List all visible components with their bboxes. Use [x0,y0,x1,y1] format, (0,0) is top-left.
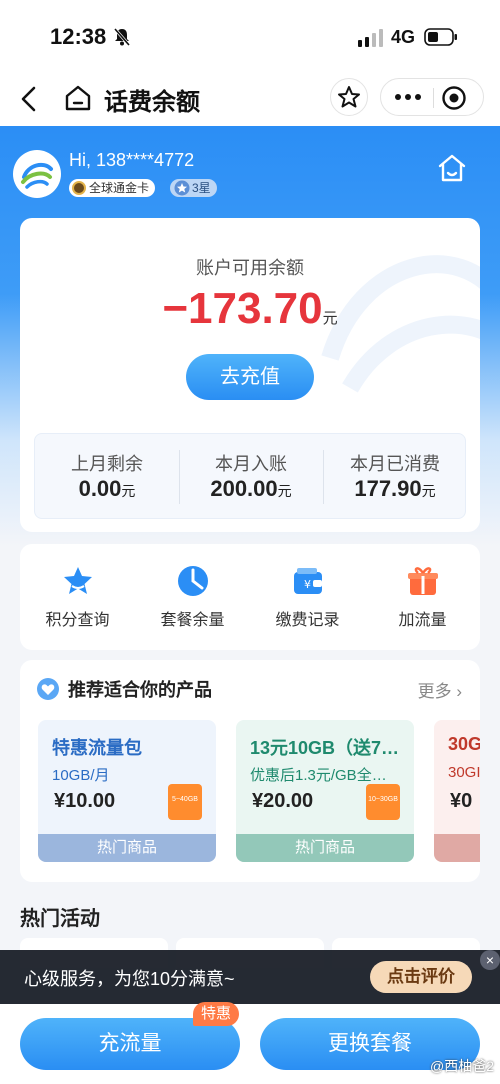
status-bar: 12:38 4G [0,0,500,74]
product-card[interactable]: 30G 30GI ¥0 [434,720,480,862]
coin-icon [72,181,86,195]
star-level-badge: 3星 [170,179,217,197]
wallet-icon: ¥ [293,568,322,594]
product-tag [434,834,480,862]
china-mobile-logo-icon [21,162,53,189]
quick-item-label: 缴费记录 [275,612,340,629]
product-card[interactable]: 特惠流量包 10GB/月 ¥10.00 5~40GB 热门商品 [38,720,216,862]
quick-item-package[interactable]: 套餐余量 [135,564,250,630]
page-title: 话费余额 [104,89,200,116]
more-icon[interactable] [391,87,425,107]
stat-label: 本月入账 [215,454,287,474]
recommend-section: 推荐适合你的产品 更多 › 特惠流量包 10GB/月 ¥10.00 5~40GB… [20,660,480,882]
status-time: 12:38 [50,24,107,49]
product-box-icon: 5~40GB [168,784,202,820]
balance-amount: −173.70元 [20,284,480,334]
product-desc: 30GI [448,764,480,781]
rate-button[interactable]: 点击评价 [370,961,472,993]
quick-item-label: 积分查询 [45,612,110,629]
product-desc: 优惠后1.3元/GB全… [250,767,387,784]
gift-icon [407,567,438,595]
bottom-action-bar: 充流量 更换套餐 @西柚爸2 [0,1004,500,1084]
star-outline-icon [338,86,360,108]
back-arrow-icon[interactable] [16,84,42,114]
watermark-text: @西柚爸2 [430,1058,494,1074]
product-name: 30G [448,734,480,754]
user-greeting: Hi, 138****4772 [69,150,195,170]
recommend-more-link[interactable]: 更多 › [418,677,462,702]
quick-item-points[interactable]: 积分查询 [20,564,135,630]
stat-value: 177.90元 [354,476,436,501]
stat-value: 0.00元 [78,476,136,501]
nav-bar: 话费余额 [0,74,500,126]
balance-unit: 元 [322,310,338,327]
product-price: ¥0 [450,790,473,812]
quick-item-label: 加流量 [398,612,447,629]
product-price: ¥10.00 [54,790,116,812]
svg-text:¥: ¥ [304,578,311,591]
card-level-label: 全球通金卡 [89,181,150,195]
product-desc: 10GB/月 [52,767,110,784]
recharge-button[interactable]: 去充值 [186,354,314,400]
product-tag: 热门商品 [236,834,414,862]
signal-icon [358,29,383,47]
feedback-banner: 心级服务，为您10分满意~ 点击评价 × [0,950,500,1004]
header-home-icon[interactable] [436,152,468,184]
stat-month-spent: 本月已消费 177.90元 [323,434,467,520]
bell-muted-icon [113,28,131,46]
hot-activities-title: 热门活动 [20,908,100,930]
heart-icon [37,678,59,700]
quick-item-add-data[interactable]: 加流量 [365,564,480,630]
card-level-badge: 全球通金卡 [69,179,156,197]
quick-menu: 积分查询 套餐余量 ¥ 缴费记录 加流量 [20,544,480,650]
stat-month-income: 本月入账 200.00元 [179,434,323,520]
capsule-divider [433,88,434,108]
china-mobile-logo [13,150,61,198]
battery-icon [424,28,457,46]
close-icon[interactable]: × [480,950,500,970]
balance-stats: 上月剩余 0.00元 本月入账 200.00元 本月已消费 177.90元 [34,433,466,519]
favorite-button[interactable] [330,78,368,116]
product-name: 13元10GB（送7… [250,738,400,758]
stat-value: 200.00元 [210,476,292,501]
stat-last-month-remaining: 上月剩余 0.00元 [35,434,179,520]
product-price: ¥20.00 [252,790,314,812]
stat-label: 上月剩余 [71,454,143,474]
product-box-icon: 10~30GB [366,784,400,820]
star-level-label: 3星 [192,181,211,195]
balance-card: 账户可用余额 −173.70元 去充值 上月剩余 0.00元 本月入账 200.… [20,218,480,532]
star-icon [63,567,92,594]
product-card[interactable]: 13元10GB（送7… 优惠后1.3元/GB全… ¥20.00 10~30GB … [236,720,414,862]
quick-item-payments[interactable]: ¥ 缴费记录 [250,564,365,630]
home-icon[interactable] [64,84,92,112]
balance-value: −173.70 [162,284,323,333]
stat-label: 本月已消费 [350,454,440,474]
banner-text: 心级服务，为您10分满意~ [24,969,235,989]
mini-program-capsule [380,78,484,116]
balance-label: 账户可用余额 [196,258,304,278]
recommend-title: 推荐适合你的产品 [68,680,212,700]
product-tag: 热门商品 [38,834,216,862]
network-type: 4G [391,27,416,47]
star-badge-icon [174,180,190,196]
special-offer-badge: 特惠 [193,1002,240,1026]
quick-item-label: 套餐余量 [160,612,225,629]
close-target-icon[interactable] [441,85,467,111]
product-name: 特惠流量包 [52,738,142,758]
pie-chart-icon [177,566,208,596]
